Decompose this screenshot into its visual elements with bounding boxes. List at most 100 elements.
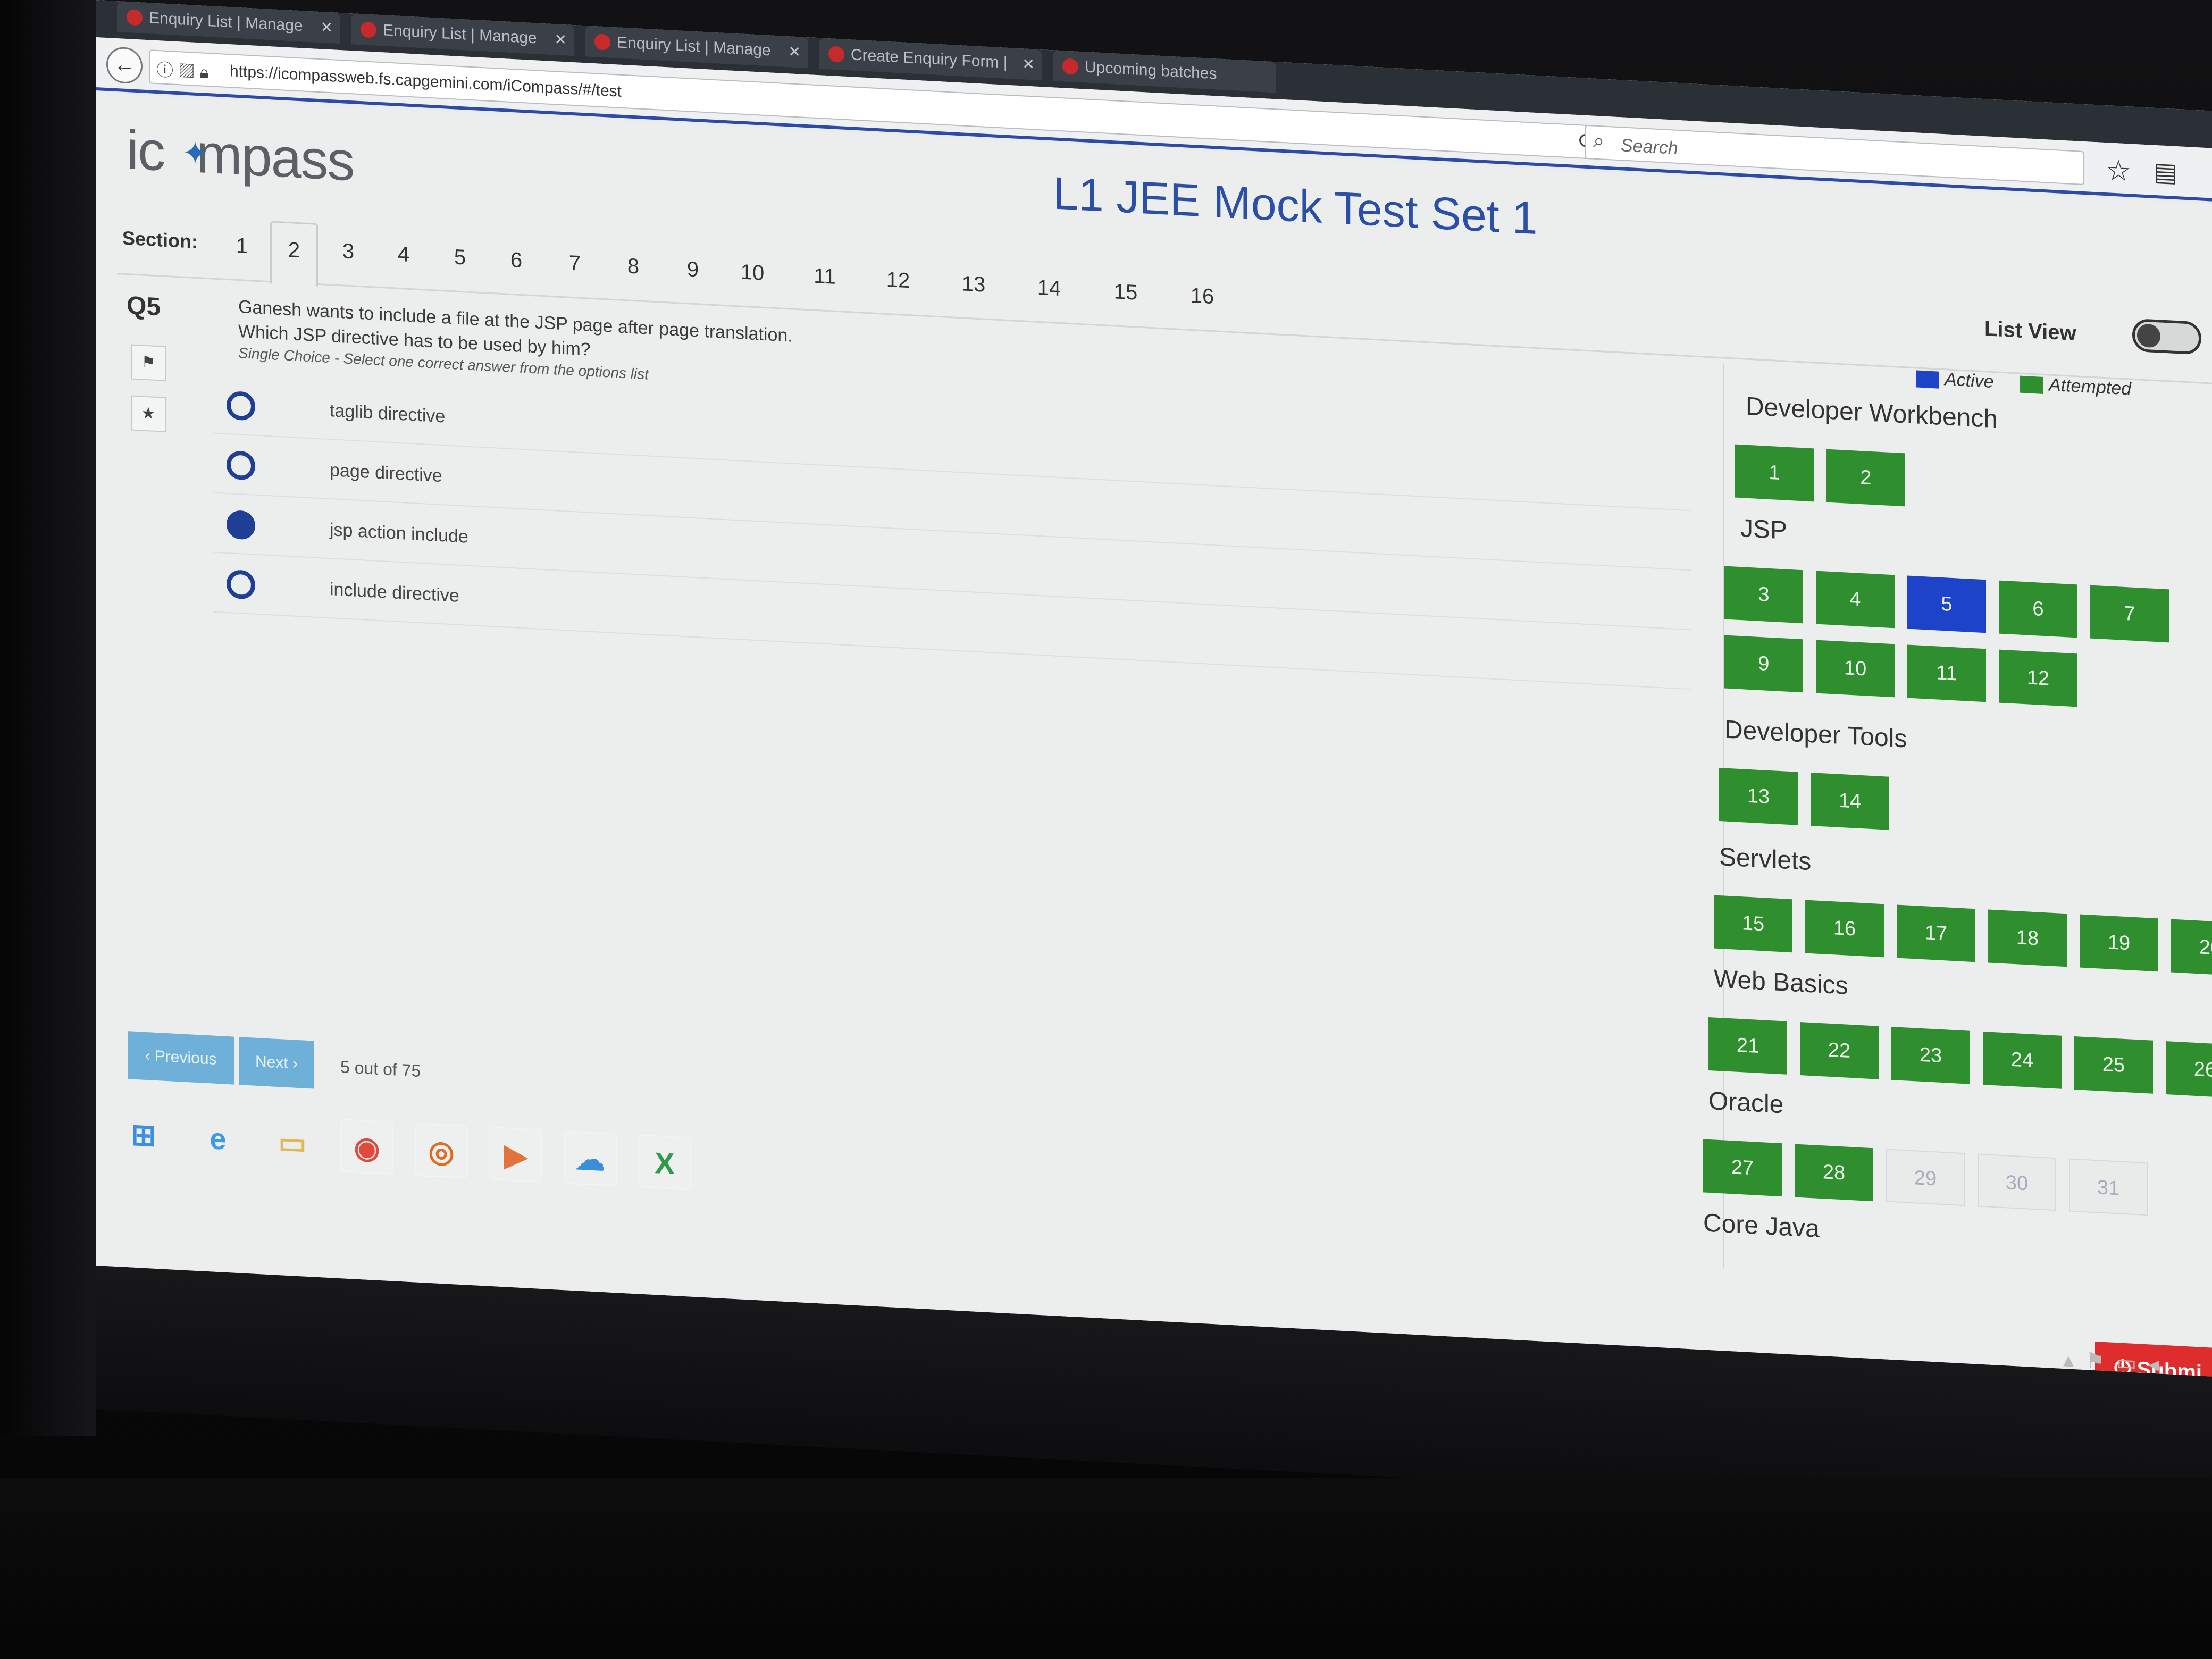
radio-button[interactable] xyxy=(227,450,255,481)
page-title: L1 JEE Mock Test Set 1 xyxy=(1053,167,1538,245)
site-info-icon[interactable]: ⓘ ▨ 🔒︎ xyxy=(156,56,209,83)
question-button-3[interactable]: 3 xyxy=(1724,566,1803,624)
question-button-14[interactable]: 14 xyxy=(1811,773,1889,830)
tray-arrow-icon[interactable]: ▴ xyxy=(2063,1348,2074,1372)
chrome-icon[interactable]: ◉ xyxy=(340,1119,393,1175)
palette-group-title: Developer Workbench xyxy=(1746,392,1998,434)
close-icon[interactable]: ✕ xyxy=(321,12,333,43)
question-button-11[interactable]: 11 xyxy=(1907,644,1986,702)
media-player-icon[interactable]: ▶ xyxy=(489,1126,542,1183)
question-button-20[interactable]: 20 xyxy=(2171,919,2212,977)
option-label: jsp action include xyxy=(330,520,468,547)
browser-tab[interactable]: Create Enquiry Form | ✕ xyxy=(819,38,1042,81)
section-tab-1[interactable]: 1 xyxy=(218,232,266,282)
tab-favicon-icon xyxy=(828,46,844,63)
section-tab-9[interactable]: 9 xyxy=(669,255,717,306)
question-button-21[interactable]: 21 xyxy=(1708,1017,1787,1075)
question-button-18[interactable]: 18 xyxy=(1988,909,2067,967)
excel-icon[interactable]: X xyxy=(638,1134,691,1191)
section-tab-2[interactable]: 2 xyxy=(270,221,318,287)
mark-for-review-button[interactable]: ★ xyxy=(131,395,166,432)
question-button-29[interactable]: 29 xyxy=(1886,1149,1965,1206)
list-view-toggle[interactable] xyxy=(2132,318,2201,355)
question-button-25[interactable]: 25 xyxy=(2074,1036,2153,1094)
section-tab-11[interactable]: 11 xyxy=(801,262,849,313)
volume-icon[interactable]: ◂ xyxy=(2148,1352,2159,1376)
firefox-icon[interactable]: ◎ xyxy=(415,1122,468,1179)
radio-button[interactable] xyxy=(227,569,255,600)
browser-tab[interactable]: Upcoming batches xyxy=(1053,50,1276,93)
internet-explorer-icon[interactable]: e xyxy=(191,1111,245,1167)
icompass-app: ic mpass ✦ L1 JEE Mock Test Set 1 Section… xyxy=(96,94,2212,1377)
network-icon[interactable]: ▭ xyxy=(2116,1351,2136,1375)
browser-tab[interactable]: Enquiry List | Manage ✕ xyxy=(351,13,574,56)
tab-favicon-icon xyxy=(127,9,143,26)
reading-list-icon[interactable]: ▤ xyxy=(2154,157,2177,188)
question-button-12[interactable]: 12 xyxy=(1999,649,2077,707)
question-button-6[interactable]: 6 xyxy=(1999,580,2077,638)
file-explorer-icon[interactable]: ▭ xyxy=(266,1115,319,1171)
section-tab-4[interactable]: 4 xyxy=(380,240,428,291)
tab-label: Enquiry List | Manage xyxy=(383,21,537,47)
section-tab-10[interactable]: 10 xyxy=(728,258,776,309)
tab-label: Enquiry List | Manage xyxy=(149,9,303,35)
section-tab-14[interactable]: 14 xyxy=(1025,274,1073,325)
section-tab-5[interactable]: 5 xyxy=(436,244,484,294)
question-button-2[interactable]: 2 xyxy=(1826,449,1905,507)
flag-icon[interactable]: ⚑ xyxy=(2085,1349,2105,1373)
section-tab-15[interactable]: 15 xyxy=(1102,278,1150,329)
url-text: https://icompassweb.fs.capgemini.com/iCo… xyxy=(230,62,622,100)
question-button-28[interactable]: 28 xyxy=(1795,1144,1873,1202)
close-icon[interactable]: ✕ xyxy=(555,24,567,55)
previous-button[interactable]: ‹ Previous xyxy=(128,1031,234,1085)
flag-icon: ⚑ xyxy=(141,353,156,372)
section-tab-8[interactable]: 8 xyxy=(609,253,657,303)
radio-button[interactable] xyxy=(227,390,255,421)
question-button-17[interactable]: 17 xyxy=(1897,904,1975,962)
tab-favicon-icon xyxy=(1062,58,1078,75)
question-button-7[interactable]: 7 xyxy=(2090,585,2169,643)
close-icon[interactable]: ✕ xyxy=(1023,48,1035,80)
star-icon[interactable]: ☆ xyxy=(2106,153,2131,188)
section-tab-16[interactable]: 16 xyxy=(1178,282,1226,333)
back-button[interactable]: ← xyxy=(106,46,143,85)
question-button-26[interactable]: 26 xyxy=(2166,1041,2212,1099)
radio-button-selected[interactable] xyxy=(227,509,255,540)
question-button-27[interactable]: 27 xyxy=(1703,1139,1782,1197)
section-tab-7[interactable]: 7 xyxy=(551,249,599,300)
tab-label: Upcoming batches xyxy=(1085,58,1217,83)
question-button-13[interactable]: 13 xyxy=(1719,768,1798,825)
question-button-24[interactable]: 24 xyxy=(1983,1031,2062,1089)
section-tab-13[interactable]: 13 xyxy=(950,270,998,321)
toggle-knob xyxy=(2137,323,2160,348)
question-button-10[interactable]: 10 xyxy=(1816,640,1895,698)
palette-group-title: JSP xyxy=(1740,514,1788,545)
legend-active: Active xyxy=(1916,367,1994,392)
palette-group-title: Developer Tools xyxy=(1724,715,1907,753)
palette-group-title: Web Basics xyxy=(1714,965,1848,1000)
question-button-22[interactable]: 22 xyxy=(1800,1021,1879,1079)
question-button-31[interactable]: 31 xyxy=(2069,1158,2148,1216)
section-tab-12[interactable]: 12 xyxy=(874,266,922,317)
browser-tab[interactable]: Enquiry List | Manage ✕ xyxy=(585,26,808,69)
start-orb-icon[interactable]: ⊞ xyxy=(117,1107,170,1163)
question-button-30[interactable]: 30 xyxy=(1978,1153,2056,1211)
question-button-4[interactable]: 4 xyxy=(1816,571,1895,629)
question-button-1[interactable]: 1 xyxy=(1735,444,1814,502)
question-button-15[interactable]: 15 xyxy=(1714,895,1792,953)
section-tab-6[interactable]: 6 xyxy=(492,246,540,297)
question-button-23[interactable]: 23 xyxy=(1891,1026,1970,1084)
close-icon[interactable]: ✕ xyxy=(789,36,801,68)
section-tab-3[interactable]: 3 xyxy=(324,238,372,288)
question-button-16[interactable]: 16 xyxy=(1805,900,1884,958)
screen: Enquiry List | Manage ✕ Enquiry List | M… xyxy=(96,0,2212,1377)
question-button-19[interactable]: 19 xyxy=(2080,914,2158,972)
flag-button[interactable]: ⚑ xyxy=(131,344,166,381)
browser-tab[interactable]: Enquiry List | Manage ✕ xyxy=(117,1,340,44)
skype-icon[interactable]: ☁ xyxy=(564,1130,617,1187)
tab-label: Enquiry List | Manage xyxy=(617,33,771,60)
question-button-5[interactable]: 5 xyxy=(1907,575,1986,633)
question-button-9[interactable]: 9 xyxy=(1724,635,1803,693)
monitor-bezel xyxy=(0,0,96,1436)
next-button[interactable]: Next › xyxy=(239,1037,314,1089)
